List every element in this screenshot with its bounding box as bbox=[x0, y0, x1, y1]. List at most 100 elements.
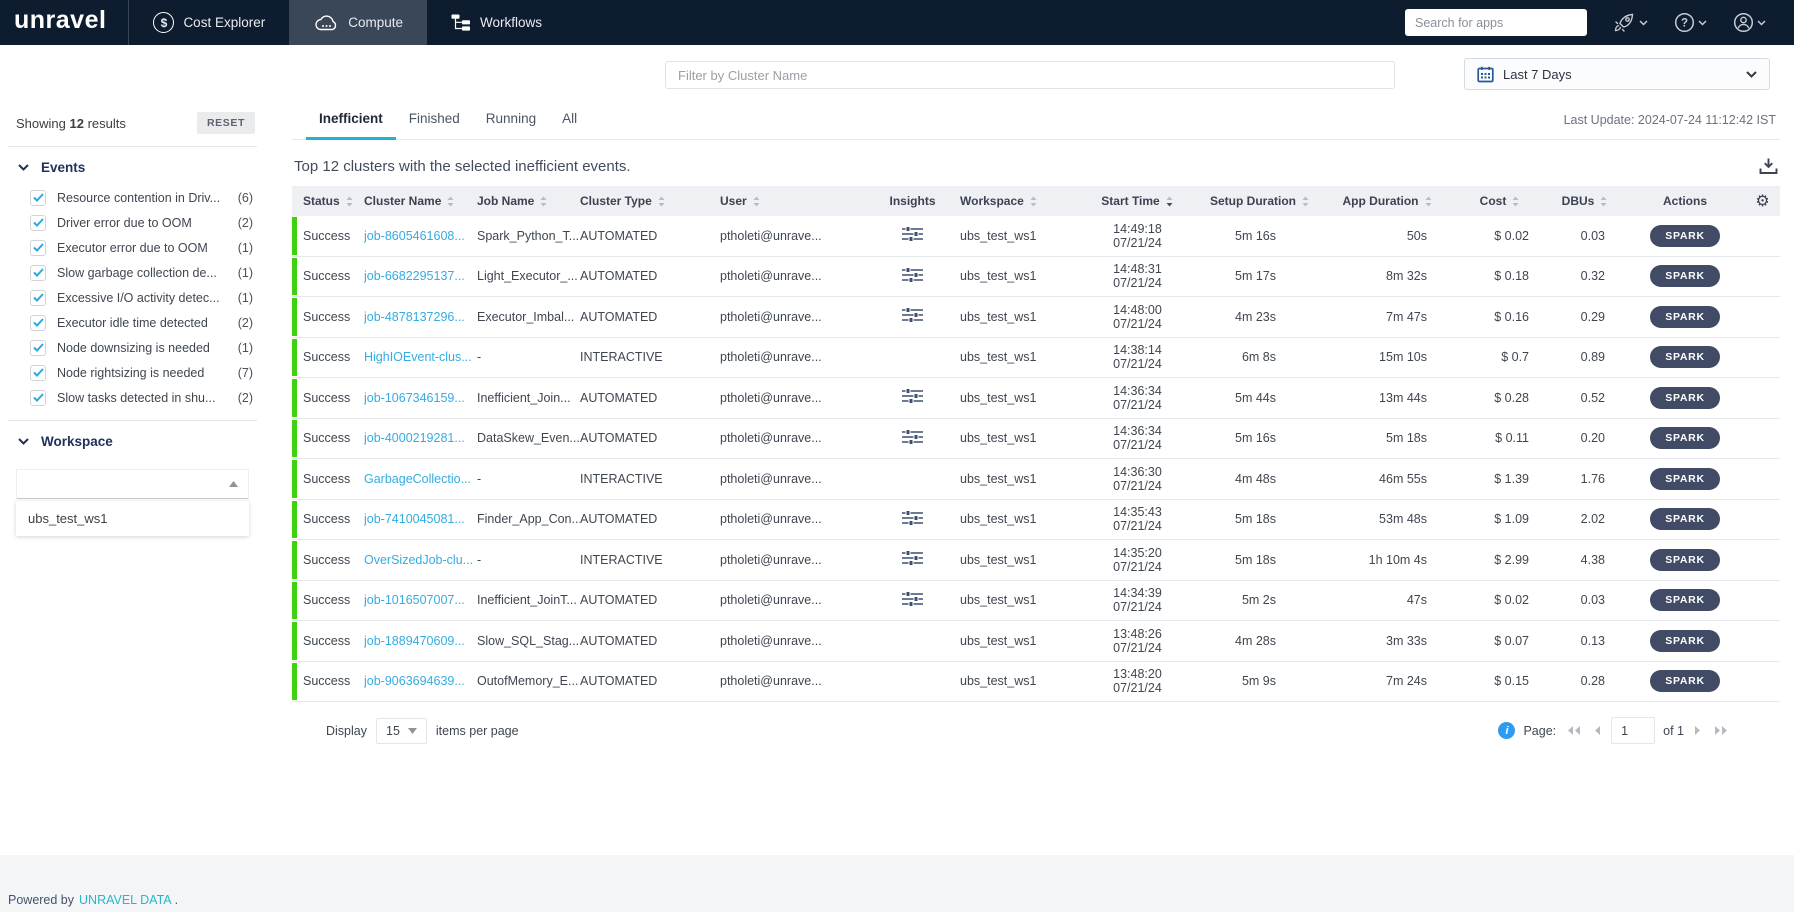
spark-action-button[interactable]: SPARK bbox=[1650, 670, 1720, 693]
table-row[interactable]: Success HighIOEvent-clus... - INTERACTIV… bbox=[292, 337, 1780, 378]
insights-icon[interactable] bbox=[902, 388, 923, 405]
sort-icon[interactable] bbox=[1511, 195, 1520, 208]
gear-icon[interactable]: ⚙ bbox=[1755, 193, 1769, 209]
insights-icon[interactable] bbox=[902, 590, 923, 607]
sort-icon[interactable] bbox=[1301, 195, 1310, 208]
workspace-section-header[interactable]: Workspace bbox=[0, 421, 265, 459]
column-header-app-duration[interactable]: App Duration bbox=[1320, 194, 1455, 208]
unravel-data-link[interactable]: UNRAVEL DATA bbox=[79, 893, 172, 907]
table-row[interactable]: Success job-1889470609... Slow_SQL_Stag.… bbox=[292, 621, 1780, 662]
last-page-button[interactable] bbox=[1712, 723, 1731, 738]
insights-icon[interactable] bbox=[902, 266, 923, 283]
column-header-cost[interactable]: Cost bbox=[1455, 194, 1545, 208]
column-header-workspace[interactable]: Workspace bbox=[960, 194, 1075, 208]
event-checkbox[interactable] bbox=[30, 214, 46, 231]
cluster-name-link[interactable]: job-7410045081... bbox=[364, 512, 465, 526]
workspace-option[interactable]: ubs_test_ws1 bbox=[16, 501, 249, 536]
search-input[interactable] bbox=[1405, 9, 1587, 36]
event-checkbox[interactable] bbox=[30, 389, 46, 406]
column-header-status[interactable]: Status bbox=[292, 194, 364, 208]
column-header-user[interactable]: User bbox=[720, 194, 865, 208]
event-checkbox[interactable] bbox=[30, 314, 46, 331]
next-page-button[interactable] bbox=[1692, 723, 1704, 738]
sort-icon[interactable] bbox=[1599, 195, 1608, 208]
cluster-name-link[interactable]: HighIOEvent-clus... bbox=[364, 350, 472, 364]
table-row[interactable]: Success job-4878137296... Executor_Imbal… bbox=[292, 297, 1780, 338]
workspace-select[interactable] bbox=[16, 469, 249, 499]
sort-icon[interactable] bbox=[539, 195, 548, 208]
sort-icon[interactable] bbox=[345, 195, 354, 208]
tab[interactable]: All bbox=[549, 100, 590, 140]
spark-action-button[interactable]: SPARK bbox=[1650, 427, 1720, 450]
table-row[interactable]: Success job-8605461608... Spark_Python_T… bbox=[292, 216, 1780, 257]
table-row[interactable]: Success job-1067346159... Inefficient_Jo… bbox=[292, 378, 1780, 419]
event-checkbox[interactable] bbox=[30, 264, 46, 281]
reset-button[interactable]: RESET bbox=[196, 112, 255, 134]
spark-action-button[interactable]: SPARK bbox=[1650, 629, 1720, 652]
insights-icon[interactable] bbox=[902, 428, 923, 445]
insights-icon[interactable] bbox=[902, 509, 923, 526]
column-header-job-name[interactable]: Job Name bbox=[477, 194, 580, 208]
cluster-name-link[interactable]: OverSizedJob-clu... bbox=[364, 553, 473, 567]
spark-action-button[interactable]: SPARK bbox=[1650, 589, 1720, 612]
tab[interactable]: Running bbox=[473, 100, 549, 140]
event-checkbox[interactable] bbox=[30, 289, 46, 306]
cluster-name-link[interactable]: GarbageCollectio... bbox=[364, 472, 471, 486]
table-row[interactable]: Success OverSizedJob-clu... - INTERACTIV… bbox=[292, 540, 1780, 581]
cluster-filter-input[interactable] bbox=[665, 61, 1395, 89]
cluster-name-link[interactable]: job-9063694639... bbox=[364, 674, 465, 688]
insights-icon[interactable] bbox=[902, 550, 923, 567]
page-number-input[interactable] bbox=[1611, 717, 1656, 744]
apps-launcher-menu[interactable] bbox=[1613, 12, 1648, 33]
table-row[interactable]: Success job-4000219281... DataSkew_Even.… bbox=[292, 418, 1780, 459]
column-header-dbus[interactable]: DBUs bbox=[1545, 194, 1625, 208]
page-size-select[interactable]: 15 bbox=[376, 717, 427, 744]
cluster-name-link[interactable]: job-8605461608... bbox=[364, 229, 465, 243]
sort-icon[interactable] bbox=[1424, 195, 1433, 208]
nav-item-cost-explorer[interactable]: $ Cost Explorer bbox=[129, 0, 289, 45]
previous-page-button[interactable] bbox=[1591, 723, 1603, 738]
cluster-name-link[interactable]: job-1889470609... bbox=[364, 634, 465, 648]
spark-action-button[interactable]: SPARK bbox=[1650, 467, 1720, 490]
table-row[interactable]: Success job-6682295137... Light_Executor… bbox=[292, 256, 1780, 297]
tab[interactable]: Inefficient bbox=[306, 100, 396, 140]
column-settings[interactable]: ⚙ bbox=[1745, 193, 1780, 209]
column-header-cluster-name[interactable]: Cluster Name bbox=[364, 194, 477, 208]
spark-action-button[interactable]: SPARK bbox=[1650, 305, 1720, 328]
sort-icon[interactable] bbox=[446, 195, 455, 208]
column-header-cluster-type[interactable]: Cluster Type bbox=[580, 194, 720, 208]
table-row[interactable]: Success GarbageCollectio... - INTERACTIV… bbox=[292, 459, 1780, 500]
spark-action-button[interactable]: SPARK bbox=[1650, 265, 1720, 288]
table-row[interactable]: Success job-1016507007... Inefficient_Jo… bbox=[292, 580, 1780, 621]
first-page-button[interactable] bbox=[1564, 723, 1583, 738]
sort-icon[interactable] bbox=[1029, 195, 1038, 208]
sort-icon[interactable] bbox=[752, 195, 761, 208]
spark-action-button[interactable]: SPARK bbox=[1650, 386, 1720, 409]
nav-item-compute[interactable]: Compute bbox=[289, 0, 427, 45]
cluster-name-link[interactable]: job-4000219281... bbox=[364, 431, 465, 445]
cluster-name-link[interactable]: job-1067346159... bbox=[364, 391, 465, 405]
sort-icon[interactable] bbox=[657, 195, 666, 208]
event-checkbox[interactable] bbox=[30, 339, 46, 356]
event-checkbox[interactable] bbox=[30, 364, 46, 381]
insights-icon[interactable] bbox=[902, 307, 923, 324]
event-checkbox[interactable] bbox=[30, 189, 46, 206]
insights-icon[interactable] bbox=[902, 226, 923, 243]
table-row[interactable]: Success job-9063694639... OutofMemory_E.… bbox=[292, 661, 1780, 702]
events-section-header[interactable]: Events bbox=[0, 147, 265, 185]
event-checkbox[interactable] bbox=[30, 239, 46, 256]
spark-action-button[interactable]: SPARK bbox=[1650, 508, 1720, 531]
download-icon[interactable] bbox=[1759, 157, 1778, 175]
table-row[interactable]: Success job-7410045081... Finder_App_Con… bbox=[292, 499, 1780, 540]
cluster-name-link[interactable]: job-6682295137... bbox=[364, 269, 465, 283]
date-range-select[interactable]: Last 7 Days bbox=[1464, 58, 1770, 90]
help-menu[interactable]: ? bbox=[1674, 12, 1707, 33]
spark-action-button[interactable]: SPARK bbox=[1650, 346, 1720, 369]
column-header-start-time[interactable]: Start Time bbox=[1075, 194, 1200, 208]
cluster-name-link[interactable]: job-1016507007... bbox=[364, 593, 465, 607]
cluster-name-link[interactable]: job-4878137296... bbox=[364, 310, 465, 324]
spark-action-button[interactable]: SPARK bbox=[1650, 548, 1720, 571]
sort-icon[interactable] bbox=[1165, 195, 1174, 208]
user-menu[interactable] bbox=[1733, 12, 1766, 33]
tab[interactable]: Finished bbox=[396, 100, 473, 140]
